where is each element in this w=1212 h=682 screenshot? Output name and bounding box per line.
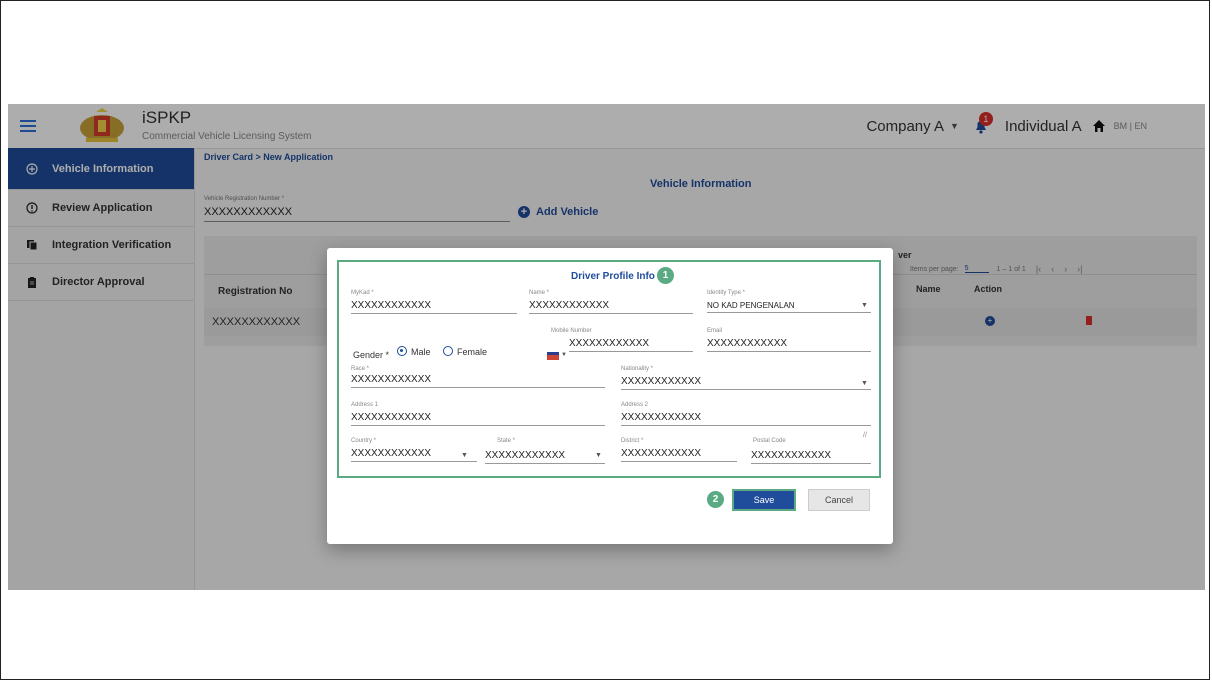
dropdown-arrow-icon: ▼ bbox=[595, 452, 602, 459]
state-select[interactable]: XXXXXXXXXXXX bbox=[485, 450, 605, 464]
race-field[interactable]: XXXXXXXXXXXX bbox=[351, 374, 605, 388]
country-label: Country * bbox=[351, 438, 377, 444]
dialog-title: Driver Profile Info bbox=[571, 271, 655, 282]
dropdown-arrow-icon: ▼ bbox=[861, 302, 868, 309]
mobile-label: Mobile Number bbox=[551, 328, 592, 334]
mobile-field[interactable]: XXXXXXXXXXXX bbox=[569, 338, 693, 352]
driver-profile-form: Driver Profile Info 1 MyKad * XXXXXXXXXX… bbox=[337, 260, 881, 478]
save-button[interactable]: Save bbox=[732, 489, 796, 511]
step-marker-2: 2 bbox=[707, 491, 724, 508]
state-label: State * bbox=[497, 438, 516, 444]
address1-label: Address 1 bbox=[351, 402, 379, 408]
nationality-label: Nationality * bbox=[621, 366, 654, 372]
district-label: District * bbox=[621, 438, 644, 444]
dropdown-arrow-icon: ▼ bbox=[861, 380, 868, 387]
postal-code-label: Postal Code bbox=[753, 438, 786, 444]
chevron-down-icon[interactable]: ▼ bbox=[561, 352, 567, 358]
address2-textarea[interactable]: XXXXXXXXXXXX bbox=[621, 412, 871, 426]
cancel-button[interactable]: Cancel bbox=[808, 489, 870, 511]
country-select[interactable]: XXXXXXXXXXXX bbox=[351, 448, 477, 462]
gender-female-label: Female bbox=[457, 347, 488, 357]
name-field[interactable]: XXXXXXXXXXXX bbox=[529, 300, 693, 314]
gender-male-label: Male bbox=[411, 347, 431, 357]
email-label: Email bbox=[707, 328, 723, 334]
gender-label: Gender * bbox=[353, 350, 390, 360]
step-marker-1: 1 bbox=[657, 267, 674, 284]
dropdown-arrow-icon: ▼ bbox=[461, 452, 468, 459]
district-select[interactable]: XXXXXXXXXXXX bbox=[621, 448, 737, 462]
postal-code-field[interactable]: XXXXXXXXXXXX bbox=[751, 450, 871, 464]
identity-type-select[interactable]: NO KAD PENGENALAN bbox=[707, 300, 871, 313]
name-label: Name * bbox=[529, 290, 550, 296]
address1-field[interactable]: XXXXXXXXXXXX bbox=[351, 412, 605, 426]
driver-profile-dialog: Driver Profile Info 1 MyKad * XXXXXXXXXX… bbox=[327, 248, 893, 544]
gender-female-radio[interactable] bbox=[443, 346, 453, 356]
malaysia-flag-icon[interactable] bbox=[547, 352, 559, 360]
mykad-field[interactable]: XXXXXXXXXXXX bbox=[351, 300, 517, 314]
address2-label: Address 2 bbox=[621, 402, 649, 408]
gender-male-radio[interactable] bbox=[397, 346, 407, 356]
nationality-select[interactable]: XXXXXXXXXXXX bbox=[621, 376, 871, 390]
resize-handle-icon[interactable]: // bbox=[863, 432, 867, 439]
race-label: Race * bbox=[351, 366, 370, 372]
identity-type-label: Identity Type * bbox=[707, 290, 745, 296]
mykad-label: MyKad * bbox=[351, 290, 374, 296]
email-field[interactable]: XXXXXXXXXXXX bbox=[707, 338, 871, 352]
